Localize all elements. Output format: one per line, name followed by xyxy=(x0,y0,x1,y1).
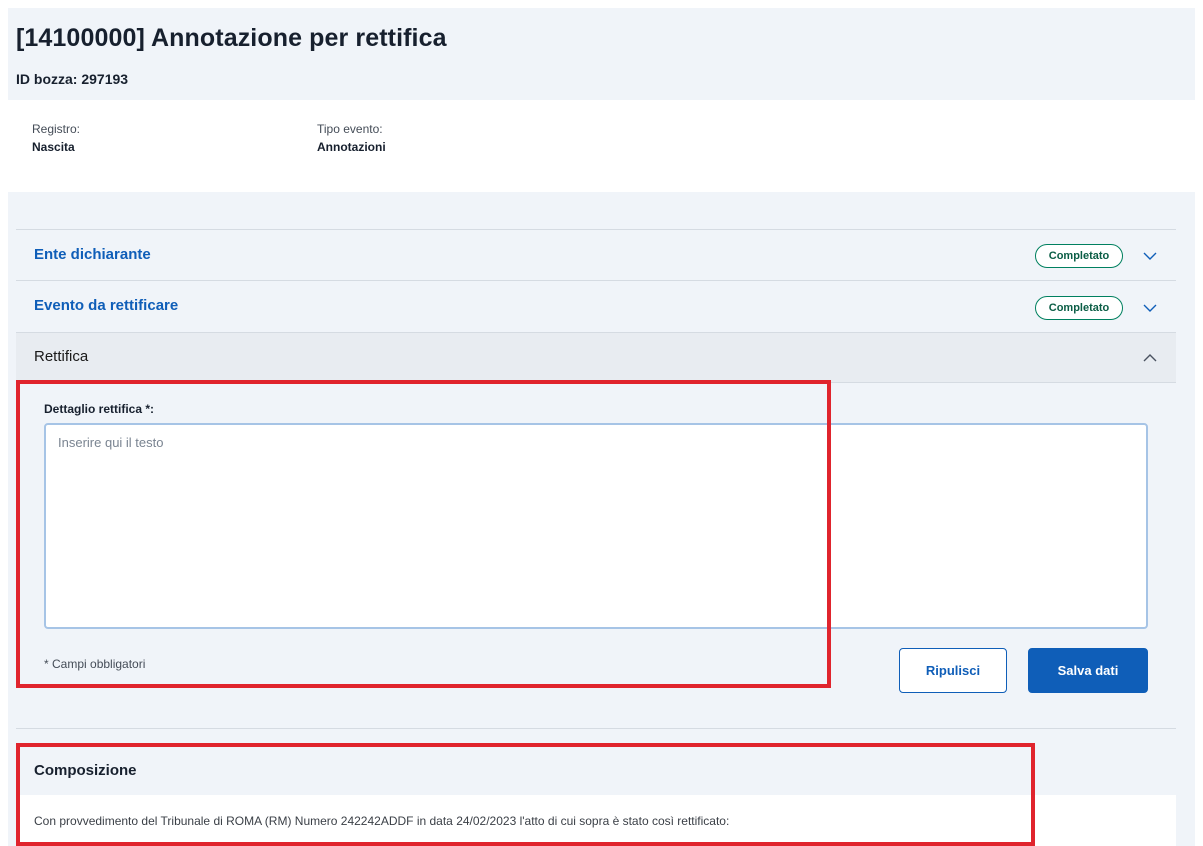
divider xyxy=(16,280,1176,281)
chevron-down-icon[interactable] xyxy=(1142,248,1158,264)
meta-info-box: Registro: Nascita Tipo evento: Annotazio… xyxy=(8,100,1195,192)
accordion-evento-da-rettificare[interactable]: Evento da rettificare xyxy=(34,297,178,314)
draft-id: ID bozza: 297193 xyxy=(16,71,129,87)
accordion-rettifica-header[interactable] xyxy=(16,332,1176,382)
save-button[interactable]: Salva dati xyxy=(1028,648,1148,693)
divider xyxy=(16,728,1176,729)
chevron-up-icon[interactable] xyxy=(1142,350,1158,366)
divider xyxy=(16,229,1176,230)
divider xyxy=(16,332,1176,333)
status-badge: Completato xyxy=(1035,244,1123,268)
page-title: [14100000] Annotazione per rettifica xyxy=(16,24,447,52)
clear-button[interactable]: Ripulisci xyxy=(899,648,1007,693)
highlight-box xyxy=(16,380,831,688)
tipo-evento-value: Annotazioni xyxy=(317,140,386,154)
registro-value: Nascita xyxy=(32,140,75,154)
registro-label: Registro: xyxy=(32,122,81,136)
accordion-rettifica[interactable]: Rettifica xyxy=(34,348,88,365)
highlight-box xyxy=(16,743,1035,846)
chevron-down-icon[interactable] xyxy=(1142,300,1158,316)
tipo-evento-label: Tipo evento: xyxy=(317,122,383,136)
status-badge: Completato xyxy=(1035,296,1123,320)
accordion-ente-dichiarante[interactable]: Ente dichiarante xyxy=(34,246,151,263)
